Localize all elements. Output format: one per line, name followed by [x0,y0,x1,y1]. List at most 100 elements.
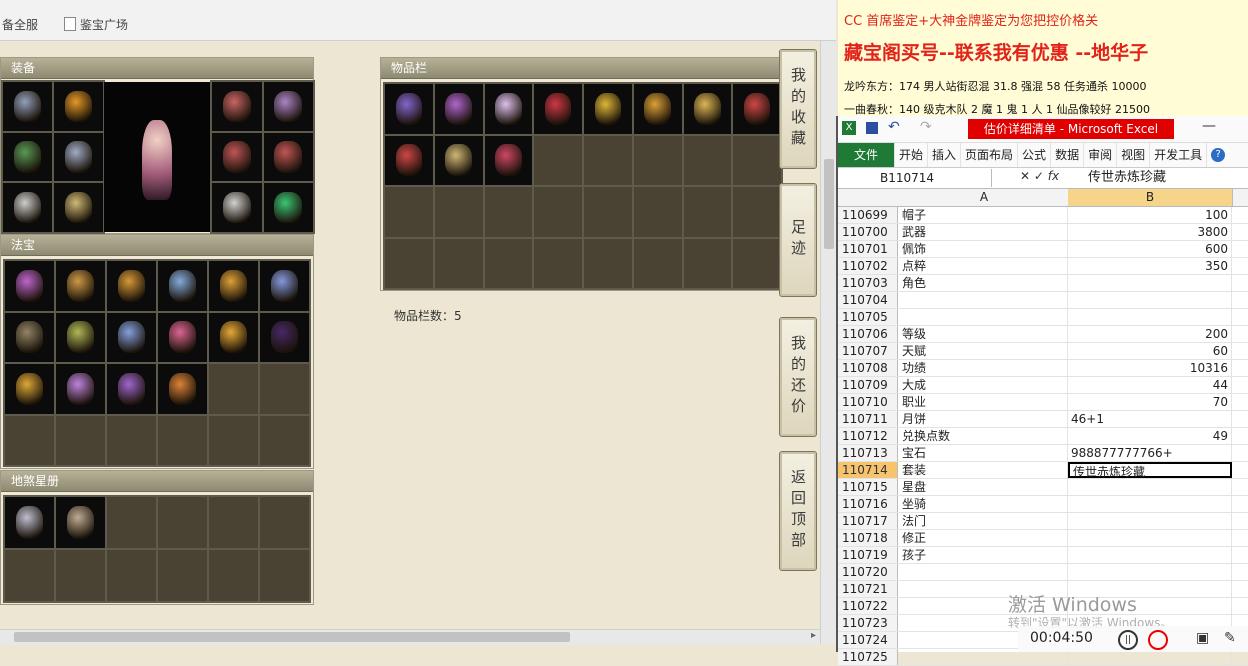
tab-formulas[interactable]: 公式 [1018,143,1052,167]
cell-b[interactable]: 3800 [1068,224,1232,240]
empty-slot[interactable] [683,135,732,185]
bookmark-item[interactable]: 鉴宝广场 [64,16,128,33]
empty-slot[interactable] [683,187,732,237]
empty-slot[interactable] [107,497,156,548]
empty-slot[interactable] [434,238,483,288]
cell-a[interactable]: 修正 [900,530,1068,546]
tab-file[interactable]: 文件 [838,143,895,167]
fabao-slot[interactable] [158,261,207,311]
row-number[interactable]: 110703 [838,275,898,291]
cell-a[interactable] [900,309,1068,325]
fabao-slot[interactable] [56,364,105,414]
row-number[interactable]: 110725 [838,649,898,665]
empty-slot[interactable] [633,187,682,237]
cell-a[interactable]: 帽子 [900,207,1068,223]
robe-slot[interactable] [54,132,103,182]
row-number[interactable]: 110722 [838,598,898,614]
necklace-slot[interactable] [3,183,52,232]
row-number[interactable]: 110715 [838,479,898,495]
empty-slot[interactable] [158,415,207,465]
empty-slot[interactable] [484,238,533,288]
undo-icon[interactable]: ↶ [888,119,900,135]
fabao-slot[interactable] [158,364,207,414]
scroll-right-arrow-icon[interactable]: ▸ [811,630,816,641]
cell-b[interactable] [1068,513,1232,529]
empty-slot[interactable] [107,550,156,601]
camera-icon[interactable]: ▣ [1196,630,1209,646]
column-header-a[interactable]: A [900,189,1069,206]
cell-b[interactable] [1068,309,1232,325]
cell-b[interactable]: 44 [1068,377,1232,393]
flame-slot[interactable] [54,82,103,131]
empty-slot[interactable] [209,415,258,465]
empty-slot[interactable] [56,550,105,601]
cell-a[interactable]: 套装 [900,462,1068,478]
row-number[interactable]: 110708 [838,360,898,376]
cell-a[interactable] [900,292,1068,308]
cell-b[interactable]: 600 [1068,241,1232,257]
inventory-item[interactable] [434,84,483,134]
bracelet-slot[interactable] [212,183,262,232]
scrollbar-thumb[interactable] [824,159,834,249]
fabao-slot[interactable] [209,261,258,311]
cell-b[interactable] [1068,275,1232,291]
cell-a[interactable]: 大成 [900,377,1068,393]
cell-b[interactable] [1068,496,1232,512]
cell-a[interactable]: 月饼 [900,411,1068,427]
cell-a[interactable]: 等级 [900,326,1068,342]
empty-slot[interactable] [260,550,309,601]
tab-review[interactable]: 审阅 [1084,143,1118,167]
row-number[interactable]: 110707 [838,343,898,359]
empty-slot[interactable] [158,550,207,601]
fabao-slot[interactable] [107,364,156,414]
fabao-slot[interactable] [107,261,156,311]
pen-icon[interactable]: ✎ [1224,630,1236,646]
empty-slot[interactable] [733,187,781,237]
star-card-slot[interactable] [56,497,105,548]
inventory-item[interactable] [434,135,483,185]
cell-a[interactable]: 坐骑 [900,496,1068,512]
horizontal-scrollbar[interactable]: ▸ [0,629,820,645]
cell-a[interactable]: 角色 [900,275,1068,291]
row-number[interactable]: 110706 [838,326,898,342]
empty-slot[interactable] [733,238,781,288]
empty-slot[interactable] [584,238,632,288]
row-number[interactable]: 110705 [838,309,898,325]
fabao-slot[interactable] [56,312,105,362]
empty-slot[interactable] [434,187,483,237]
inventory-item[interactable] [534,84,582,134]
row-number[interactable]: 110719 [838,547,898,563]
row-number[interactable]: 110720 [838,564,898,580]
inventory-item[interactable] [633,84,682,134]
cell-a[interactable]: 宝石 [900,445,1068,461]
empty-slot[interactable] [5,415,54,465]
cell-a[interactable]: 佩饰 [900,241,1068,257]
amulet-slot[interactable] [263,82,313,131]
cell-a[interactable]: 星盘 [900,479,1068,495]
tab-developer[interactable]: 开发工具 [1150,143,1208,167]
fabao-slot[interactable] [158,312,207,362]
weapon-slot[interactable] [3,132,52,182]
empty-slot[interactable] [56,415,105,465]
name-box[interactable]: B110714 [842,169,992,187]
cell-b[interactable] [1068,479,1232,495]
empty-slot[interactable] [158,497,207,548]
row-number[interactable]: 110712 [838,428,898,444]
empty-slot[interactable] [534,135,582,185]
side-tab-favorites[interactable]: 我的收藏 [779,49,817,169]
tab-home[interactable]: 开始 [895,143,929,167]
row-number[interactable]: 110723 [838,615,898,631]
cell-a[interactable]: 功绩 [900,360,1068,376]
save-icon[interactable] [866,122,878,134]
helmet-slot[interactable] [212,82,262,131]
empty-slot[interactable] [534,238,582,288]
fx-icon[interactable]: ✕ ✓ fx [1020,169,1059,183]
inventory-item[interactable] [733,84,781,134]
tab-page-layout[interactable]: 页面布局 [961,143,1019,167]
inventory-item[interactable] [484,84,533,134]
empty-slot[interactable] [534,187,582,237]
help-icon[interactable]: ? [1211,148,1226,162]
cell-b[interactable] [1068,547,1232,563]
row-number[interactable]: 110710 [838,394,898,410]
inventory-item[interactable] [683,84,732,134]
